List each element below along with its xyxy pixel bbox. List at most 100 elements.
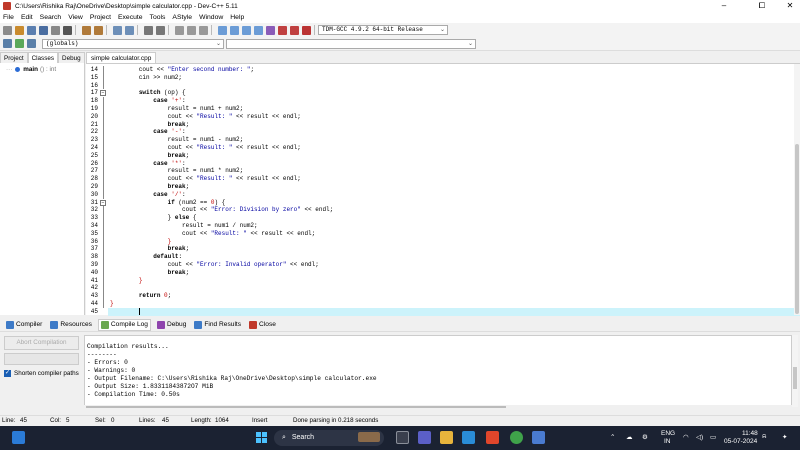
code-editor[interactable]: 14 15 16 17 18 19 20 21 22 23 24 25 26 27 28 29 30 31 32 33… bbox=[86, 63, 800, 316]
scrollbar-thumb[interactable] bbox=[793, 367, 797, 389]
code-line[interactable]: result = num1 / num2; bbox=[110, 222, 333, 230]
volume-icon[interactable]: ◁) bbox=[696, 433, 703, 441]
taskbar-time[interactable]: 11:48 bbox=[742, 430, 758, 437]
devcpp-taskbar-icon[interactable] bbox=[532, 431, 545, 444]
goto-definition-icon[interactable] bbox=[15, 39, 24, 48]
editor-tab-simple-calculator[interactable]: simple calculator.cpp bbox=[86, 52, 157, 63]
goto-declaration-icon[interactable] bbox=[3, 39, 12, 48]
menu-execute[interactable]: Execute bbox=[118, 14, 143, 21]
fold-toggle-icon[interactable]: − bbox=[99, 89, 107, 97]
code-line[interactable]: if (num2 == 0) { bbox=[110, 199, 333, 207]
rebuild-icon[interactable] bbox=[254, 25, 263, 35]
chevron-up-icon[interactable]: ⌃ bbox=[610, 433, 615, 441]
menu-view[interactable]: View bbox=[68, 14, 83, 21]
cloud-icon[interactable]: ☁ bbox=[626, 433, 633, 441]
code-line[interactable]: return 0; bbox=[110, 292, 333, 300]
task-view-icon[interactable] bbox=[396, 431, 409, 444]
toggle-comment-icon[interactable] bbox=[199, 25, 208, 35]
start-button-icon[interactable] bbox=[256, 432, 267, 443]
print-icon[interactable] bbox=[63, 25, 72, 35]
insert-snippet-icon[interactable] bbox=[27, 39, 36, 48]
indent-icon[interactable] bbox=[175, 25, 184, 35]
tab-classes[interactable]: Classes bbox=[27, 52, 59, 63]
battery-icon[interactable]: ▭ bbox=[710, 433, 716, 441]
code-line[interactable]: case '/': bbox=[110, 191, 333, 199]
members-select[interactable]: ⌄ bbox=[226, 38, 476, 49]
menu-astyle[interactable]: AStyle bbox=[172, 14, 192, 21]
tab-find-results[interactable]: Find Results bbox=[192, 320, 243, 330]
bookmark-icon[interactable] bbox=[156, 25, 165, 35]
code-line[interactable] bbox=[110, 284, 333, 292]
close-button[interactable]: ✕ bbox=[775, 0, 800, 12]
input-region[interactable]: IN bbox=[664, 438, 671, 445]
code-line[interactable]: cin >> num2; bbox=[110, 74, 333, 82]
tab-close[interactable]: Close bbox=[247, 320, 278, 330]
copilot-icon[interactable]: ✦ bbox=[782, 433, 787, 441]
code-line[interactable] bbox=[110, 82, 333, 90]
editor-vertical-scrollbar[interactable] bbox=[794, 64, 800, 315]
compile-run-icon[interactable] bbox=[242, 25, 251, 35]
code-line[interactable]: cout << "Error: Division by zero" << end… bbox=[110, 206, 333, 214]
fold-toggle-icon[interactable]: − bbox=[99, 199, 107, 207]
maximize-button[interactable]: ⧠ bbox=[747, 0, 777, 12]
debug-icon[interactable] bbox=[302, 25, 311, 35]
compile-icon[interactable] bbox=[218, 25, 227, 35]
code-line[interactable]: } else { bbox=[110, 214, 333, 222]
new-file-icon[interactable] bbox=[3, 25, 12, 35]
scrollbar-thumb[interactable] bbox=[795, 144, 799, 314]
menu-window[interactable]: Window bbox=[199, 14, 223, 21]
code-line[interactable]: cout << "Result: " << result << endl; bbox=[110, 230, 333, 238]
log-horizontal-scrollbar[interactable] bbox=[84, 405, 792, 409]
code-line[interactable]: case '-': bbox=[110, 128, 333, 136]
chrome-icon[interactable] bbox=[510, 431, 523, 444]
find-icon[interactable] bbox=[113, 25, 122, 35]
compile-log-output[interactable]: Compilation results... -------- - Errors… bbox=[84, 335, 792, 407]
run-icon[interactable] bbox=[230, 25, 239, 35]
menu-help[interactable]: Help bbox=[230, 14, 244, 21]
unindent-icon[interactable] bbox=[187, 25, 196, 35]
open-file-icon[interactable] bbox=[15, 25, 24, 35]
log-vertical-scrollbar[interactable] bbox=[792, 335, 798, 407]
code-line[interactable]: cout << "Enter second number: "; bbox=[110, 66, 333, 74]
widgets-icon[interactable] bbox=[12, 431, 25, 444]
code-line[interactable]: break; bbox=[110, 269, 333, 277]
tab-debug[interactable]: Debug bbox=[58, 52, 85, 63]
code-line[interactable]: case '+': bbox=[110, 97, 333, 105]
save-icon[interactable] bbox=[27, 25, 36, 35]
save-all-icon[interactable] bbox=[39, 25, 48, 35]
code-line[interactable]: } bbox=[110, 277, 333, 285]
code-line[interactable]: result = num1 - num2; bbox=[110, 136, 333, 144]
file-explorer-icon[interactable] bbox=[440, 431, 453, 444]
stop-execution-icon[interactable] bbox=[278, 25, 287, 35]
redo-icon[interactable] bbox=[94, 25, 103, 35]
code-line[interactable]: switch (op) { bbox=[110, 89, 333, 97]
edge-icon[interactable] bbox=[462, 431, 475, 444]
code-line[interactable]: cout << "Result: " << result << endl; bbox=[110, 144, 333, 152]
brave-icon[interactable] bbox=[486, 431, 499, 444]
code-line[interactable]: } bbox=[110, 238, 333, 246]
tab-compile-log[interactable]: Compile Log bbox=[97, 318, 151, 331]
code-line[interactable]: cout << "Error: Invalid operator" << end… bbox=[110, 261, 333, 269]
code-line[interactable]: break; bbox=[110, 245, 333, 253]
notification-bell-icon[interactable]: ⍾ bbox=[762, 433, 766, 441]
compiler-select[interactable]: TDM-GCC 4.9.2 64-bit Release ⌄ bbox=[318, 25, 448, 35]
replace-icon[interactable] bbox=[125, 25, 134, 35]
tab-resources[interactable]: Resources bbox=[48, 320, 94, 330]
menu-edit[interactable]: Edit bbox=[21, 14, 33, 21]
gear-icon[interactable]: ⚙ bbox=[642, 433, 648, 441]
code-line[interactable] bbox=[110, 307, 333, 316]
input-language[interactable]: ENG bbox=[661, 430, 675, 437]
tab-debug-bottom[interactable]: Debug bbox=[155, 320, 188, 330]
abort-compilation-button[interactable]: Abort Compilation bbox=[4, 336, 79, 350]
undo-icon[interactable] bbox=[82, 25, 91, 35]
code-line[interactable]: break; bbox=[110, 183, 333, 191]
menu-tools[interactable]: Tools bbox=[150, 14, 166, 21]
class-tree-item-main[interactable]: ··· main () : int bbox=[6, 66, 56, 73]
code-text[interactable]: cout << "Enter second number: "; cin >> … bbox=[110, 66, 333, 316]
menu-search[interactable]: Search bbox=[40, 14, 62, 21]
globals-select[interactable]: (globals) ⌄ bbox=[42, 38, 224, 49]
code-line[interactable]: cout << "Result: " << result << endl; bbox=[110, 113, 333, 121]
goto-line-icon[interactable] bbox=[144, 25, 153, 35]
menu-file[interactable]: File bbox=[3, 14, 14, 21]
shorten-compiler-paths-checkbox[interactable]: ✓ Shorten compiler paths bbox=[4, 370, 79, 377]
